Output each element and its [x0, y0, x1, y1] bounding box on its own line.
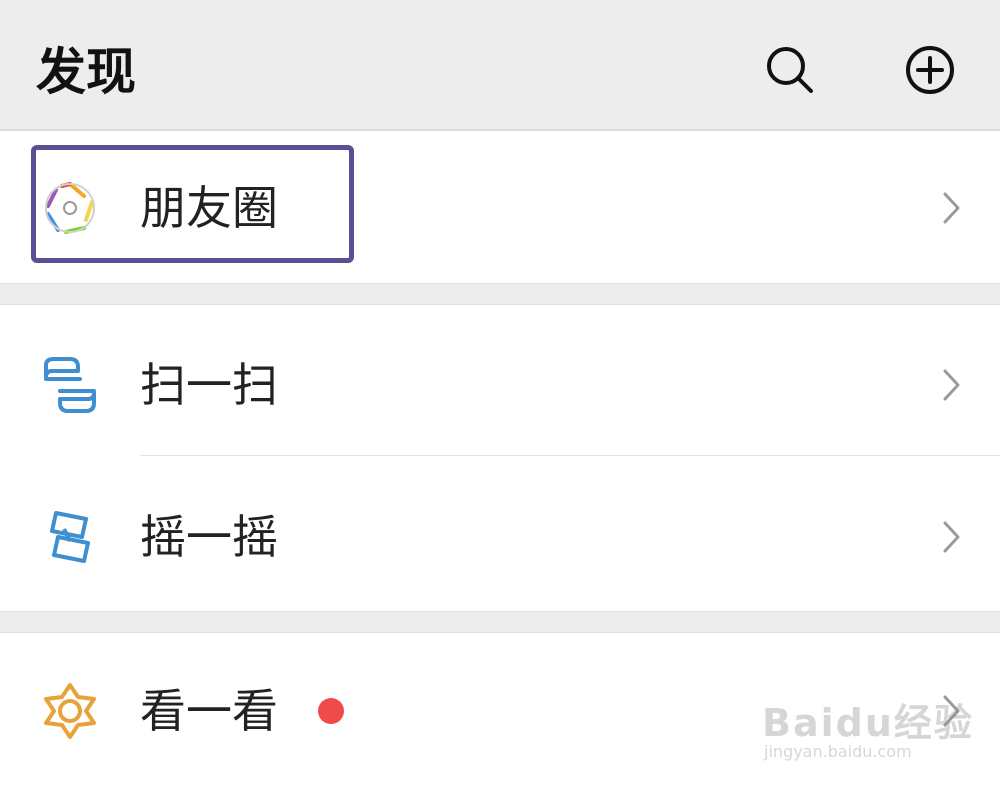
tools-group: 扫一扫 摇一摇: [0, 304, 1000, 612]
discover-group: 看一看: [0, 632, 1000, 792]
divider: [140, 455, 1000, 456]
menu-item-scan[interactable]: 扫一扫: [0, 305, 1000, 458]
chevron-right-icon: [940, 188, 964, 228]
menu-item-label: 摇一摇: [140, 510, 278, 564]
chevron-right-icon: [940, 691, 964, 731]
menu-item-shake[interactable]: 摇一摇: [0, 459, 1000, 612]
top-stories-icon: [40, 681, 100, 741]
search-icon[interactable]: [764, 44, 816, 96]
chevron-right-icon: [940, 517, 964, 557]
menu-item-top-stories[interactable]: 看一看: [0, 633, 1000, 786]
header-bar: 发现: [0, 0, 1000, 130]
menu-item-label: 看一看: [140, 684, 278, 738]
menu-item-label: 扫一扫: [140, 358, 278, 412]
highlight-box: [31, 145, 354, 263]
shake-icon: [40, 507, 100, 567]
page-title: 发现: [36, 43, 136, 101]
chevron-right-icon: [940, 365, 964, 405]
notification-badge: [318, 698, 344, 724]
add-circle-icon[interactable]: [904, 44, 956, 96]
scan-icon: [40, 355, 100, 415]
